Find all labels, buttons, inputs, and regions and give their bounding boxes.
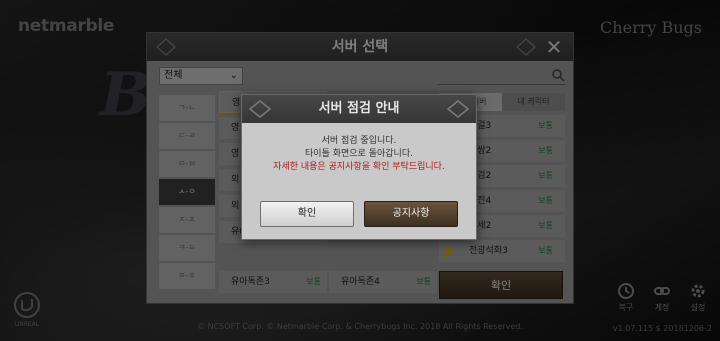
ornament-icon xyxy=(446,100,470,118)
dialog-message: 서버 점검 중입니다. 타이틀 화면으로 돌아갑니다. 자세한 내용은 공지사항… xyxy=(242,123,476,174)
maintenance-dialog: 서버 점검 안내 서버 점검 중입니다. 타이틀 화면으로 돌아갑니다. 자세한… xyxy=(241,94,477,240)
ornament-icon xyxy=(248,100,272,118)
dialog-title: 서버 점검 안내 xyxy=(318,101,400,116)
ok-button[interactable]: 확인 xyxy=(260,201,354,227)
notice-button[interactable]: 공지사항 xyxy=(364,201,458,227)
dialog-header: 서버 점검 안내 xyxy=(242,95,476,123)
message-line: 타이틀 화면으로 돌아갑니다. xyxy=(305,149,413,159)
message-line: 서버 점검 중입니다. xyxy=(321,136,397,146)
warning-line: 자세한 내용은 공지사항을 확인 부탁드립니다. xyxy=(273,162,445,172)
dialog-buttons: 확인 공지사항 xyxy=(242,201,476,227)
